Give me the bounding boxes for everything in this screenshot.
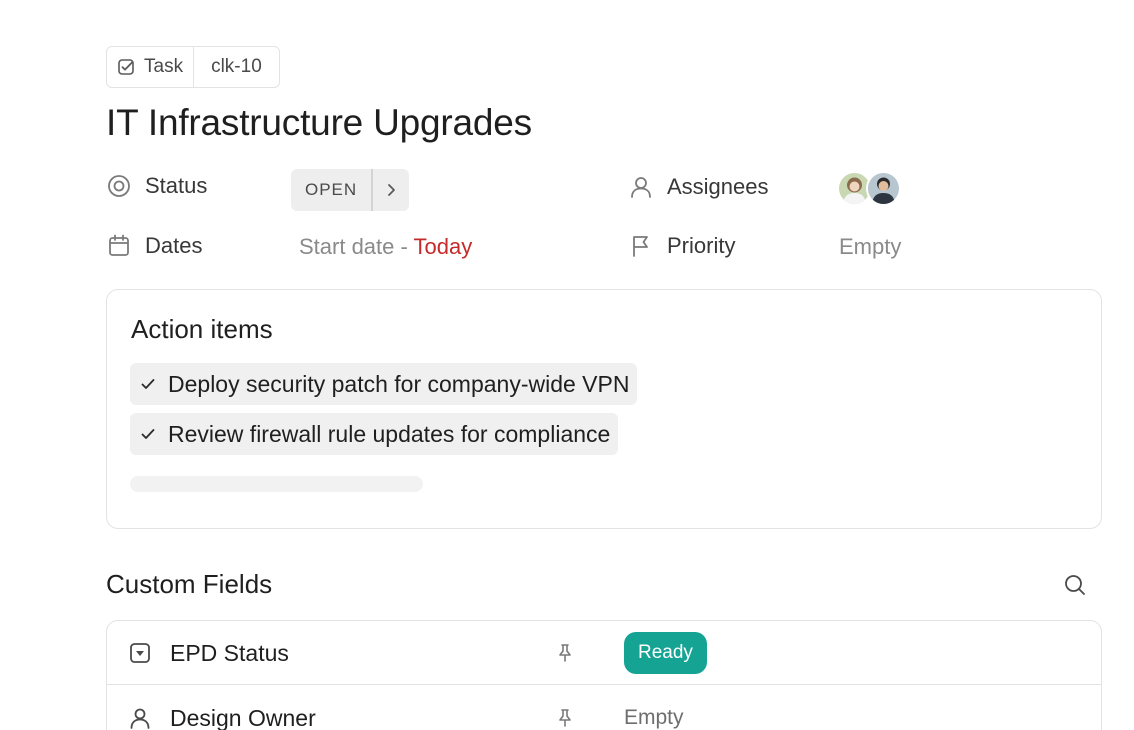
task-id-label: clk-10 (211, 56, 262, 77)
check-icon[interactable] (140, 376, 156, 392)
checkbox-check-icon (118, 59, 134, 75)
action-item[interactable]: Review firewall rule updates for complia… (130, 413, 619, 455)
loading-placeholder (130, 476, 423, 492)
task-title[interactable]: IT Infrastructure Upgrades (106, 102, 532, 144)
date-separator: - (394, 234, 414, 259)
status-badge[interactable]: Ready (624, 632, 707, 674)
task-type-label: Task (144, 56, 184, 77)
custom-field-label: EPD Status (170, 640, 289, 666)
search-button[interactable] (1062, 572, 1088, 603)
action-items-card: Action items Deploy security patch for c… (106, 289, 1102, 529)
priority-label: Priority (667, 233, 736, 258)
task-type-chip[interactable]: Task (107, 47, 193, 87)
due-date-value[interactable]: Today (414, 234, 473, 259)
status-label: Status (145, 173, 208, 198)
assignees-label: Assignees (667, 174, 769, 199)
custom-fields-title: Custom Fields (106, 569, 273, 599)
dates-value[interactable]: Start date - Today (299, 234, 472, 260)
pin-icon[interactable] (556, 708, 574, 728)
person-icon (631, 177, 651, 198)
status-property: Status (106, 173, 207, 199)
priority-value[interactable]: Empty (839, 234, 901, 260)
task-id-chip[interactable]: clk-10 (193, 47, 279, 87)
avatar[interactable] (866, 171, 901, 206)
dropdown-field-icon (130, 643, 150, 663)
pin-icon[interactable] (556, 643, 574, 663)
custom-field-value[interactable]: Empty (624, 706, 684, 730)
search-icon[interactable] (1062, 572, 1088, 598)
action-item[interactable]: Deploy security patch for company-wide V… (130, 363, 638, 405)
custom-field-label: Design Owner (170, 705, 316, 730)
action-item-text[interactable]: Review firewall rule updates for complia… (168, 421, 610, 448)
custom-fields-table: EPD Status Ready Design Owner Empty (106, 620, 1102, 730)
status-selector[interactable]: OPEN (291, 169, 410, 211)
person-field-icon (130, 708, 150, 729)
dates-property: Dates (106, 233, 202, 259)
flag-icon (633, 236, 648, 257)
check-icon[interactable] (140, 426, 156, 442)
priority-property: Priority (628, 233, 735, 259)
chevron-right-icon (388, 184, 396, 196)
action-items-title: Action items (131, 314, 273, 344)
assignees-property: Assignees (628, 174, 769, 200)
custom-field-row[interactable]: EPD Status Ready (107, 621, 1101, 685)
breadcrumb: Task clk-10 (106, 46, 280, 88)
status-value[interactable]: OPEN (291, 169, 374, 211)
action-item-text[interactable]: Deploy security patch for company-wide V… (168, 371, 629, 398)
custom-field-row[interactable]: Design Owner Empty (107, 686, 1101, 730)
start-date-placeholder[interactable]: Start date (299, 234, 394, 259)
status-next-button[interactable] (373, 169, 409, 211)
assignee-avatars[interactable] (837, 171, 901, 206)
dates-label: Dates (145, 233, 203, 258)
calendar-icon (109, 234, 129, 256)
status-ring-icon (108, 175, 130, 197)
